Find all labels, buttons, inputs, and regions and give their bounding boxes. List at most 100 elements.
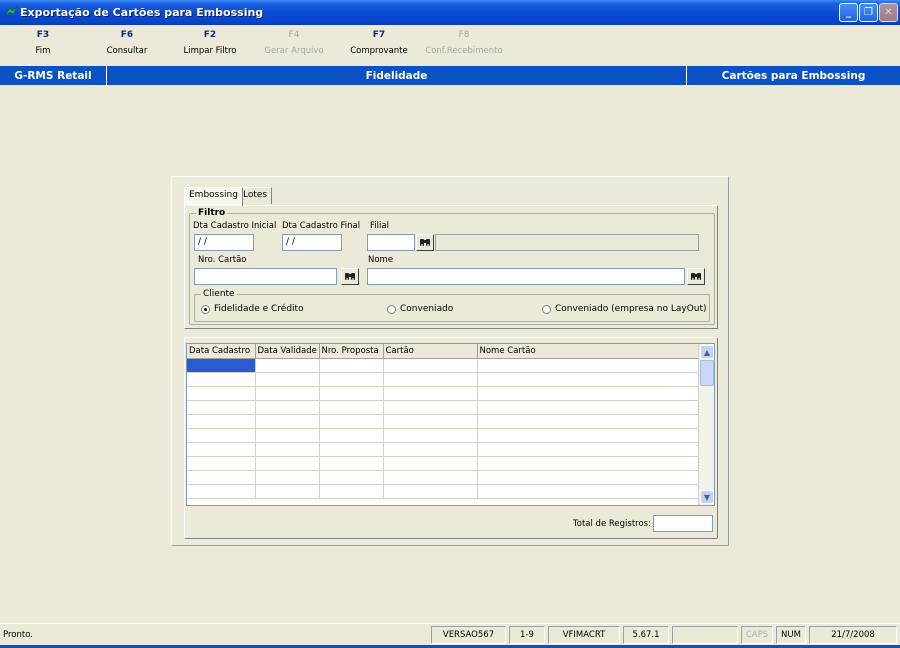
table-cell[interactable] xyxy=(477,414,701,429)
table-row[interactable] xyxy=(187,386,701,401)
table-cell[interactable] xyxy=(187,372,256,387)
table-cell[interactable] xyxy=(383,470,478,485)
table-cell[interactable] xyxy=(187,400,256,415)
table-cell[interactable] xyxy=(477,386,701,401)
table-cell[interactable] xyxy=(187,442,256,457)
table-cell[interactable] xyxy=(319,470,384,485)
table-cell[interactable] xyxy=(319,414,384,429)
table-row[interactable] xyxy=(187,484,701,499)
table-cell[interactable] xyxy=(319,386,384,401)
nome-input[interactable] xyxy=(367,268,685,285)
radio-fidelidade-credito[interactable]: Fidelidade e Crédito xyxy=(201,304,304,314)
tab-page-embossing: Filtro Dta Cadastro Inicial / / Dta Cada… xyxy=(184,205,718,329)
table-cell[interactable] xyxy=(187,484,256,499)
filter-group-title: Filtro xyxy=(196,208,228,218)
table-cell[interactable] xyxy=(319,400,384,415)
column-header-cartao[interactable]: Cartão xyxy=(383,344,478,359)
gerar-arquivo-button[interactable]: F4 Gerar Arquivo xyxy=(261,30,327,56)
table-cell[interactable] xyxy=(383,456,478,471)
grid-vertical-scrollbar[interactable]: ▲ ▼ xyxy=(698,344,714,505)
table-cell[interactable] xyxy=(255,400,320,415)
column-header-nro-proposta[interactable]: Nro. Proposta xyxy=(319,344,384,359)
table-cell[interactable] xyxy=(255,456,320,471)
minimize-button[interactable]: _ xyxy=(839,3,858,22)
table-cell[interactable] xyxy=(255,386,320,401)
table-cell[interactable] xyxy=(187,414,256,429)
column-header-nome-cartao[interactable]: Nome Cartão xyxy=(477,344,701,359)
toolbar: F3 Fim F6 Consultar F2 Limpar Filtro F4 … xyxy=(0,25,900,66)
scroll-thumb[interactable] xyxy=(700,360,714,386)
table-cell[interactable] xyxy=(319,456,384,471)
table-cell[interactable] xyxy=(319,428,384,443)
table-cell[interactable] xyxy=(383,400,478,415)
conf-recebimento-button[interactable]: F8 Conf.Recebimento xyxy=(421,30,507,56)
tab-embossing[interactable]: Embossing xyxy=(184,187,243,206)
table-cell[interactable] xyxy=(187,470,256,485)
table-row[interactable] xyxy=(187,428,701,443)
table-cell[interactable] xyxy=(255,442,320,457)
filial-input[interactable] xyxy=(367,234,415,251)
scroll-up-button[interactable]: ▲ xyxy=(700,345,714,359)
table-cell[interactable] xyxy=(187,456,256,471)
consultar-button[interactable]: F6 Consultar xyxy=(100,30,154,56)
column-header-data-cadastro[interactable]: Data Cadastro xyxy=(187,344,256,359)
dta-final-input[interactable]: / / xyxy=(282,234,342,251)
table-cell[interactable] xyxy=(319,484,384,499)
restore-button[interactable]: ❐ xyxy=(859,3,878,22)
table-cell[interactable] xyxy=(383,358,478,373)
status-message: Pronto. xyxy=(3,630,33,640)
nome-search-button[interactable] xyxy=(687,268,705,285)
dta-inicial-input[interactable]: / / xyxy=(194,234,254,251)
table-cell[interactable] xyxy=(477,400,701,415)
table-cell[interactable] xyxy=(477,442,701,457)
table-cell[interactable] xyxy=(383,414,478,429)
scroll-down-button[interactable]: ▼ xyxy=(700,490,714,504)
table-cell[interactable] xyxy=(477,470,701,485)
table-cell[interactable] xyxy=(383,442,478,457)
table-row[interactable] xyxy=(187,456,701,471)
table-cell[interactable] xyxy=(477,428,701,443)
table-cell[interactable] xyxy=(255,414,320,429)
consultar-key: F6 xyxy=(120,30,134,40)
table-cell[interactable] xyxy=(477,372,701,387)
table-cell[interactable] xyxy=(477,358,701,373)
table-cell[interactable] xyxy=(383,372,478,387)
tab-lotes[interactable]: Lotes xyxy=(238,187,273,204)
table-cell[interactable] xyxy=(255,358,320,373)
table-cell[interactable] xyxy=(255,428,320,443)
table-cell[interactable] xyxy=(187,428,256,443)
table-cell[interactable] xyxy=(255,470,320,485)
radio-conveniado-layout[interactable]: Conveniado (empresa no LayOut) xyxy=(542,304,707,314)
table-row[interactable] xyxy=(187,470,701,485)
table-cell[interactable] xyxy=(383,484,478,499)
fim-button[interactable]: F3 Fim xyxy=(26,30,60,56)
column-header-data-validade[interactable]: Data Validade xyxy=(255,344,320,359)
table-cell[interactable] xyxy=(319,372,384,387)
comprovante-button[interactable]: F7 Comprovante xyxy=(346,30,412,56)
nro-cartao-search-button[interactable] xyxy=(341,268,359,285)
restore-icon: ❐ xyxy=(864,7,873,18)
radio-dot xyxy=(387,304,396,314)
table-cell[interactable] xyxy=(187,358,256,373)
table-row[interactable] xyxy=(187,400,701,415)
table-row[interactable] xyxy=(187,414,701,429)
nro-cartao-input[interactable] xyxy=(194,268,337,285)
table-cell[interactable] xyxy=(383,428,478,443)
table-row[interactable] xyxy=(187,358,701,373)
table-row[interactable] xyxy=(187,372,701,387)
results-grid[interactable]: Data Cadastro Data Validade Nro. Propost… xyxy=(186,343,715,506)
limpar-filtro-button[interactable]: F2 Limpar Filtro xyxy=(180,30,240,56)
table-cell[interactable] xyxy=(187,386,256,401)
table-cell[interactable] xyxy=(319,442,384,457)
table-cell[interactable] xyxy=(319,358,384,373)
filial-search-button[interactable] xyxy=(416,234,434,251)
radio-conveniado[interactable]: Conveniado xyxy=(387,304,453,314)
header-screen: Cartões para Embossing xyxy=(721,69,866,82)
table-cell[interactable] xyxy=(477,484,701,499)
table-cell[interactable] xyxy=(477,456,701,471)
close-button[interactable]: ✕ xyxy=(879,3,898,22)
table-cell[interactable] xyxy=(255,372,320,387)
table-cell[interactable] xyxy=(383,386,478,401)
table-row[interactable] xyxy=(187,442,701,457)
table-cell[interactable] xyxy=(255,484,320,499)
